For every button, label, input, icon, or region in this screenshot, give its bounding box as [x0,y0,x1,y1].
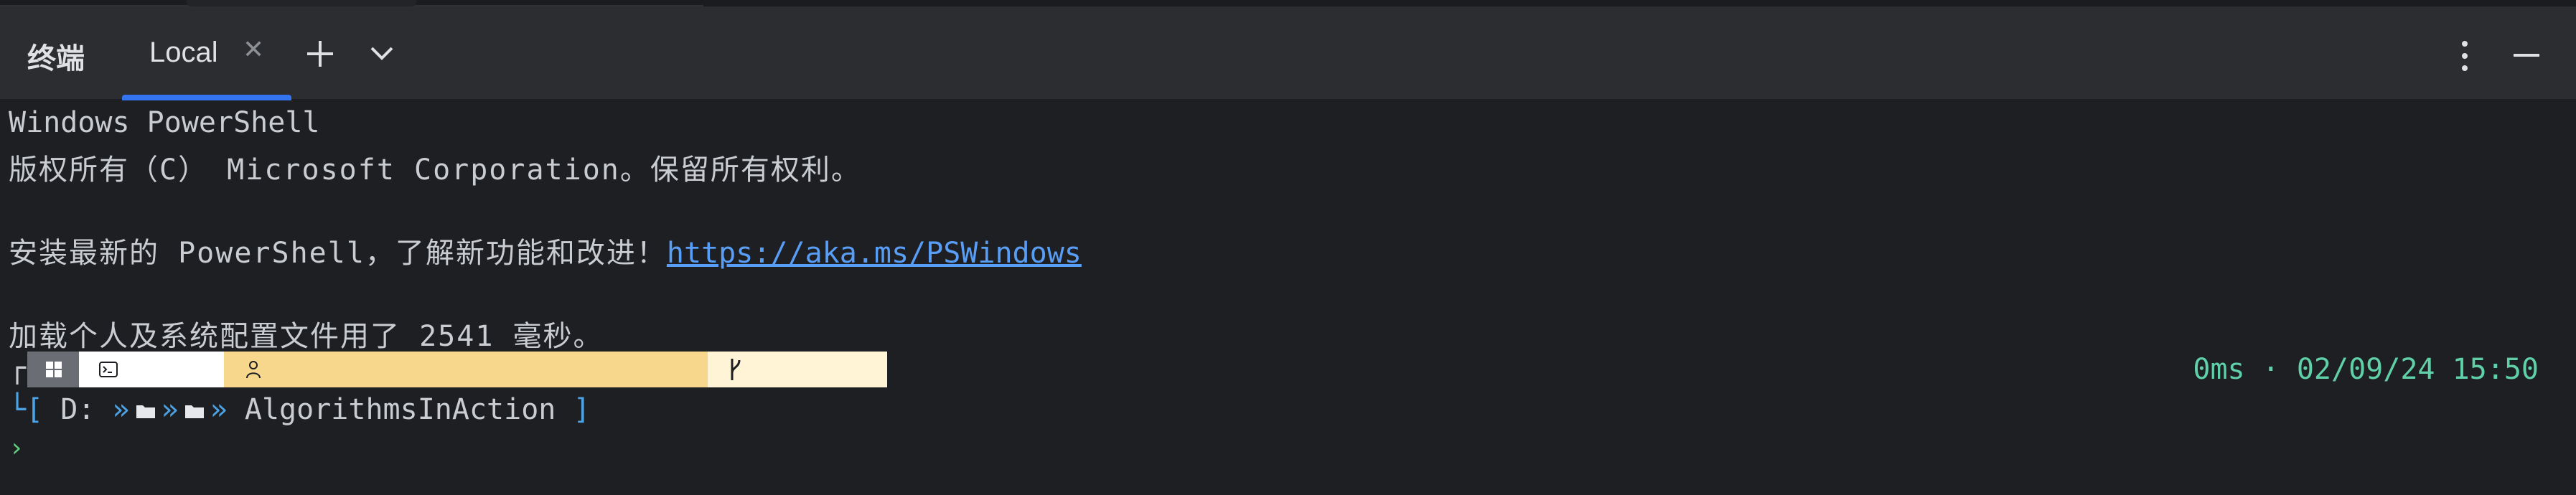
tool-window-title: 终端 [27,42,85,75]
user-host: LAPTOP-F80K0LNP/Vincent [382,425,780,458]
path-separator: » [210,393,228,426]
tab-label: Local [149,37,218,68]
path-directory: AlgorithmsInAction [244,393,556,426]
shell-segment: pwsh [79,352,309,458]
user-icon [246,361,261,379]
plus-icon[interactable] [304,38,336,70]
path-open: └[ [9,393,61,426]
close-icon[interactable]: ✕ [243,35,264,65]
windows-icon [46,362,62,377]
git-branch-icon [731,359,741,380]
input-cursor[interactable]: › [9,433,24,463]
git-branch-segment: master [708,352,967,458]
copyright-line: 版权所有（C） Microsoft Corporation。保留所有权利。 [9,154,861,187]
profile-load-line: 加载个人及系统配置文件用了 2541 毫秒。 [9,320,604,353]
tab-local[interactable]: Local ✕ [122,6,291,100]
prompt-bar: ┌ pwsh LAPTOP-F80K0LNP/Vincent master [0,352,2576,458]
prompt-corner: ┌ [9,352,27,385]
folder-icon [136,405,155,418]
active-tab-indicator [122,95,291,100]
install-text: 安装最新的 PowerShell，了解新功能和改进！ [9,237,667,270]
chevron-down-icon[interactable] [367,42,396,64]
install-line: 安装最新的 PowerShell，了解新功能和改进！https://aka.ms… [9,230,1082,271]
folder-icon [184,405,204,418]
path-drive: D: [60,393,95,426]
prompt-timing: 0ms · 02/09/24 15:50 [2193,353,2539,386]
editor-tab-ghost [187,0,416,6]
kebab-icon[interactable] [2456,39,2473,72]
terminal-output[interactable]: Windows PowerShell 版权所有（C） Microsoft Cor… [0,100,2576,487]
path-separator: » [161,393,179,426]
install-link[interactable]: https://aka.ms/PSWindows [667,237,1082,270]
window-top-strip [0,0,2576,6]
path-close: ] [556,393,591,426]
banner-line: Windows PowerShell [9,106,320,139]
terminal-tool-window-header: 终端 Local ✕ [0,6,2576,100]
terminal-icon [99,362,118,377]
minimize-icon[interactable] [2512,48,2541,62]
path-separator: » [112,393,130,426]
branch-name: master [863,425,968,458]
os-segment [27,352,79,387]
user-host-segment: LAPTOP-F80K0LNP/Vincent [224,352,779,458]
path-line: └[ D: » » » AlgorithmsInAction ] [9,393,591,426]
